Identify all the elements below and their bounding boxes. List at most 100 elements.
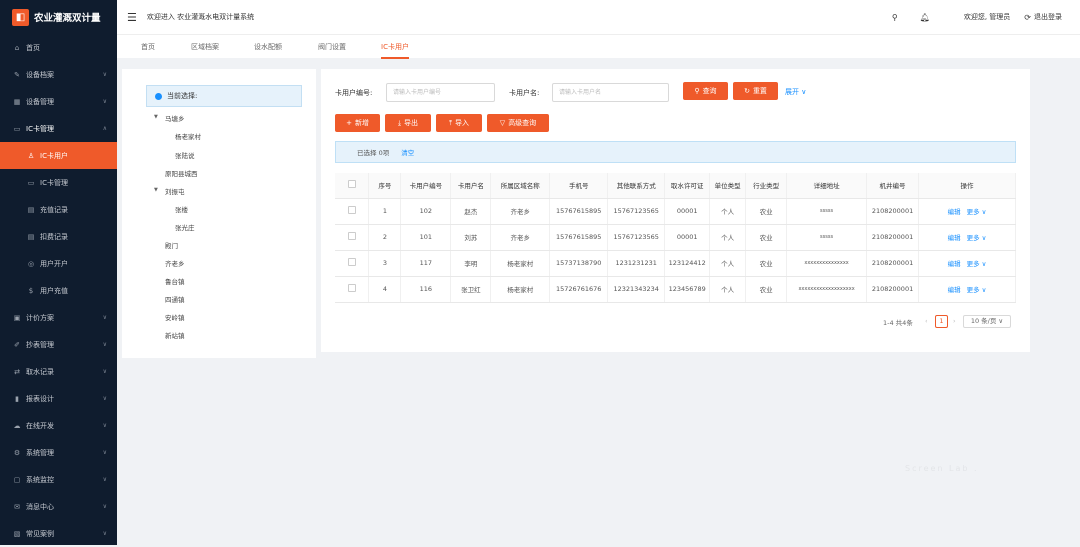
chart-icon: ▮ <box>15 394 19 403</box>
more-dropdown[interactable]: 更多 ∨ <box>967 286 987 294</box>
query-button[interactable]: ⚲ 查询 <box>683 82 728 100</box>
expand-link[interactable]: 展开 ∨ <box>785 87 806 97</box>
prev-page-icon[interactable]: ‹ <box>925 317 928 325</box>
row-checkbox[interactable] <box>347 232 356 240</box>
add-button[interactable]: + 新增 <box>335 114 380 132</box>
tree-node[interactable]: 刘振屯 <box>165 186 185 196</box>
more-dropdown[interactable]: 更多 ∨ <box>967 234 987 242</box>
import-button[interactable]: ⤒ 导入 <box>436 114 482 132</box>
card-name-input[interactable]: 请输入卡用户名 <box>552 83 669 102</box>
table-row[interactable]: 4 116 张卫红 杨老家村 15726761676 12321343234 1234567… <box>335 276 1016 303</box>
more-dropdown[interactable]: 更多 ∨ <box>967 260 987 268</box>
sidebar-item-common-cases[interactable]: ▧ 常见案例 ∨ <box>0 520 117 547</box>
row-checkbox[interactable] <box>347 284 356 292</box>
sidebar-item-ic-card-management[interactable]: ▭ IC卡管理 ∧ <box>0 115 117 142</box>
sidebar-item-label: 扣费记录 <box>40 232 68 241</box>
edit-link[interactable]: 编辑 <box>948 234 961 242</box>
chevron-down-icon: ∨ <box>998 317 1004 325</box>
tree-node[interactable]: 安岭镇 <box>165 312 185 322</box>
sidebar-item-user-recharge[interactable]: $ 用户充值 <box>0 277 117 304</box>
sidebar-item-online-dev[interactable]: ☁ 在线开发 ∨ <box>0 412 117 439</box>
select-all-checkbox[interactable] <box>347 180 356 189</box>
table-cell: 赵杰 <box>450 198 492 225</box>
sidebar-item-pricing-plan[interactable]: ▣ 计价方案 ∨ <box>0 304 117 331</box>
table-cell: 张卫红 <box>450 276 492 303</box>
tree-node[interactable]: 杨老家村 <box>175 131 201 141</box>
tree-node[interactable]: 新站镇 <box>165 330 185 340</box>
tree-node[interactable]: 张光庄 <box>175 222 195 232</box>
page-1-button[interactable]: 1 <box>935 315 948 328</box>
clear-selection-link[interactable]: 清空 <box>401 147 414 157</box>
more-dropdown[interactable]: 更多 ∨ <box>967 208 987 216</box>
sidebar-item-home[interactable]: ⌂ 首页 <box>0 34 117 61</box>
welcome-text: 欢迎进入 农业灌溉水电双计量系统 <box>146 13 255 21</box>
sidebar-item-label: 取水记录 <box>26 367 54 376</box>
table-cell: 00001 <box>664 198 711 225</box>
filter-icon: ▽ <box>499 119 506 127</box>
export-button[interactable]: ⤓ 导出 <box>385 114 431 132</box>
table-cell: 2108200001 <box>866 250 920 277</box>
tab-bar: 首页 区域档案 设水配额 阀门设置 IC卡用户 <box>117 34 1080 59</box>
caret-down-icon[interactable]: ▼ <box>154 114 158 120</box>
tree-node[interactable]: 齐老乡 <box>165 258 185 268</box>
tab-home[interactable]: 首页 <box>141 35 155 59</box>
sidebar-item-system-management[interactable]: ⚙ 系统管理 ∨ <box>0 439 117 466</box>
edit-link[interactable]: 编辑 <box>948 286 961 294</box>
sidebar-item-device-archive[interactable]: ✎ 设备档案 ∨ <box>0 61 117 88</box>
table-row[interactable]: 1 102 赵杰 齐老乡 15767615895 15767123565 00001 个人 农业… <box>335 198 1016 225</box>
search-icon[interactable]: ⚲ <box>892 13 898 22</box>
tree-node[interactable]: 四通镇 <box>165 294 185 304</box>
bell-icon[interactable]: 🔔︎ <box>920 13 930 22</box>
sidebar-item-meter-reading[interactable]: ✐ 抄表管理 ∨ <box>0 331 117 358</box>
sidebar-item-user-open-account[interactable]: ◎ 用户开户 <box>0 250 117 277</box>
next-page-icon[interactable]: › <box>953 317 956 325</box>
tree-node[interactable]: 张陆说 <box>175 150 195 160</box>
card-no-input[interactable]: 请输入卡用户编号 <box>386 83 495 102</box>
import-label: 导入 <box>455 119 470 127</box>
table-row[interactable]: 3 117 李明 杨老家村 15737138790 1231231231 123124412… <box>335 250 1016 277</box>
table-cell: 2108200001 <box>866 276 920 303</box>
tree-node[interactable]: 张楼 <box>175 204 188 214</box>
menu-toggle-icon[interactable]: ☰ <box>127 11 137 24</box>
sidebar-item-recharge-records[interactable]: ▤ 充值记录 <box>0 196 117 223</box>
row-actions: 编辑 更多 ∨ <box>918 276 1016 303</box>
tab-water-quota[interactable]: 设水配额 <box>254 35 282 59</box>
tab-area-archive[interactable]: 区域档案 <box>191 35 219 59</box>
table-cell: 15726761676 <box>549 276 609 303</box>
tree-node[interactable]: 殿门 <box>165 240 178 250</box>
logout-link[interactable]: 退出登录 <box>1034 12 1062 22</box>
advanced-query-button[interactable]: ▽ 高级查询 <box>487 114 549 132</box>
logo-icon: ◧ <box>12 8 29 26</box>
column-header: 取水许可证 <box>664 173 711 199</box>
tree-node[interactable]: 鲁台镇 <box>165 276 185 286</box>
chevron-down-icon: ∨ <box>801 88 807 96</box>
page-size-select[interactable]: 10 条/页 ∨ <box>963 315 1011 328</box>
tree-node[interactable]: 马塘乡 <box>165 113 185 123</box>
sidebar-item-report-design[interactable]: ▮ 报表设计 ∨ <box>0 385 117 412</box>
reset-button[interactable]: ↻ 重置 <box>733 82 778 100</box>
row-checkbox[interactable] <box>347 206 356 214</box>
caret-down-icon[interactable]: ▼ <box>154 187 158 193</box>
user-greeting[interactable]: 欢迎您, 管理员 <box>964 12 1010 22</box>
tab-ic-card-user[interactable]: IC卡用户 <box>381 35 409 59</box>
sidebar-item-ic-card-user[interactable]: ♙ IC卡用户 <box>0 142 117 169</box>
row-checkbox[interactable] <box>347 258 356 266</box>
edit-link[interactable]: 编辑 <box>948 260 961 268</box>
sidebar-item-device-management[interactable]: ▦ 设备管理 ∨ <box>0 88 117 115</box>
more-label: 更多 <box>966 208 980 216</box>
table-cell: 116 <box>400 276 452 303</box>
table-cell: 杨老家村 <box>490 276 551 303</box>
sidebar-item-water-records[interactable]: ⇄ 取水记录 ∨ <box>0 358 117 385</box>
sidebar-item-label: 首页 <box>26 43 40 52</box>
sidebar-item-label: 充值记录 <box>40 205 68 214</box>
tab-valve-settings[interactable]: 阀门设置 <box>318 35 346 59</box>
tree-node[interactable]: 原阳县城西 <box>165 168 198 178</box>
edit-link[interactable]: 编辑 <box>948 208 961 216</box>
sidebar-item-system-monitor[interactable]: ▢ 系统监控 ∨ <box>0 466 117 493</box>
table-row[interactable]: 2 101 刘苏 齐老乡 15767615895 15767123565 00001 个人 农业… <box>335 224 1016 251</box>
sidebar-item-deduction-records[interactable]: ▤ 扣费记录 <box>0 223 117 250</box>
sidebar-item-ic-card-manage[interactable]: ▭ IC卡管理 <box>0 169 117 196</box>
logout-icon[interactable]: ⟳ <box>1024 13 1031 22</box>
sidebar-item-message-center[interactable]: ✉ 消息中心 ∨ <box>0 493 117 520</box>
table-cell: 15767123565 <box>607 198 666 225</box>
